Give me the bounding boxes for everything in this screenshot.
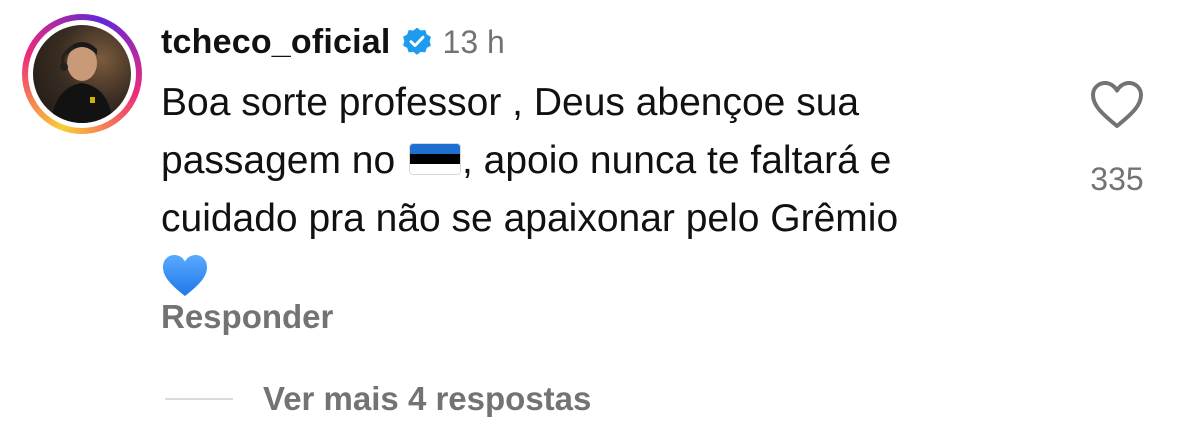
replies-divider-line	[165, 398, 233, 400]
username-link[interactable]: tcheco_oficial	[161, 23, 391, 62]
heart-like-icon[interactable]	[1089, 80, 1145, 130]
avatar-photo	[51, 42, 113, 123]
view-more-replies-button[interactable]: Ver mais 4 respostas	[165, 380, 591, 418]
like-count: 335	[1090, 161, 1144, 197]
comment-timestamp: 13 h	[442, 23, 505, 60]
comment-header: tcheco_oficial 13 h	[161, 20, 505, 64]
like-section: 335	[1082, 80, 1152, 198]
estonia-flag-icon	[410, 143, 460, 174]
comment-text-line-2a: passagem no	[161, 139, 406, 182]
verified-badge-icon	[402, 27, 431, 55]
reply-button[interactable]: Responder	[161, 298, 333, 336]
comment-text: Boa sorte professor , Deus abençoe sua p…	[161, 74, 1041, 300]
comment-text-line-1: Boa sorte professor , Deus abençoe sua	[161, 81, 860, 124]
avatar[interactable]	[33, 25, 131, 123]
blue-heart-icon	[163, 255, 207, 296]
comment-text-line-3: cuidado pra não se apaixonar pelo Grêmio	[161, 197, 899, 240]
avatar-story-ring[interactable]	[22, 14, 142, 134]
comment-text-line-2b: , apoio nunca te faltará e	[462, 139, 892, 182]
view-more-replies-label[interactable]: Ver mais 4 respostas	[263, 380, 591, 418]
